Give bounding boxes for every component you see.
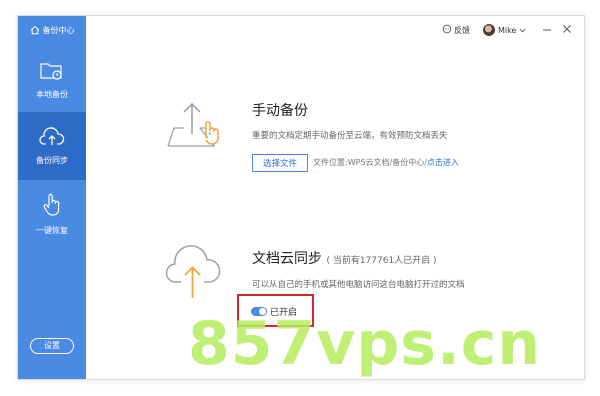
close-icon: [562, 24, 572, 36]
backup-center-window: 备份中心 本地备份 备份同步 一键恢复 设置 反馈 Mike 手动备份 重要的文…: [17, 15, 585, 380]
user-name: Mike: [498, 25, 517, 35]
minimize-button[interactable]: [540, 16, 554, 44]
cloud-upload-illustration: [164, 242, 224, 304]
watermark: 857vps.cn: [188, 309, 542, 379]
sidebar-item-local-backup[interactable]: 本地备份: [18, 46, 86, 114]
app-title: 备份中心: [18, 16, 86, 44]
open-location-link[interactable]: 点击进入: [427, 158, 459, 167]
file-location-path: 文件位置:WPS云文档/备份中心/: [313, 158, 427, 167]
feedback-label: 反馈: [454, 25, 470, 35]
manual-backup-description: 重要的文档定期手动备份至云端，有效预防文档丢失: [252, 131, 448, 141]
settings-button[interactable]: 设置: [30, 338, 74, 354]
feedback-button[interactable]: 反馈: [442, 16, 470, 44]
upload-tray-illustration: [164, 98, 226, 152]
cloud-sync-subtitle: ( 当前有177761人已开启 ): [326, 256, 437, 266]
sidebar: 备份中心 本地备份 备份同步 一键恢复 设置: [18, 16, 86, 379]
manual-backup-title: 手动备份: [252, 103, 308, 119]
file-location: 文件位置:WPS云文档/备份中心/点击进入: [313, 157, 459, 168]
close-button[interactable]: [560, 16, 574, 44]
choose-file-button[interactable]: 选择文件: [252, 154, 308, 172]
cloud-sync-description: 可以从自己的手机或其他电脑访问这台电脑打开过的文档: [252, 280, 465, 290]
cloud-sync-title-text: 文档云同步: [252, 251, 322, 267]
sidebar-item-label: 备份同步: [36, 155, 68, 165]
cloud-upload-icon: [39, 126, 65, 149]
hand-pointer-icon: [41, 193, 63, 219]
cloud-sync-title: 文档云同步 ( 当前有177761人已开启 ): [252, 248, 437, 268]
app-title-text: 备份中心: [42, 25, 75, 35]
sidebar-item-one-click-restore[interactable]: 一键恢复: [18, 180, 86, 248]
sidebar-item-label: 本地备份: [36, 89, 68, 99]
title-bar: 反馈 Mike: [86, 16, 584, 44]
home-cloud-icon: [30, 25, 40, 35]
chevron-down-icon: [519, 26, 526, 35]
avatar: [483, 24, 495, 36]
chat-bubble-icon: [442, 24, 452, 36]
user-menu[interactable]: Mike: [483, 16, 526, 44]
folder-clock-icon: [40, 61, 64, 83]
sidebar-item-label: 一键恢复: [36, 225, 68, 235]
minimize-icon: [542, 24, 552, 36]
sidebar-item-backup-sync[interactable]: 备份同步: [18, 112, 86, 180]
